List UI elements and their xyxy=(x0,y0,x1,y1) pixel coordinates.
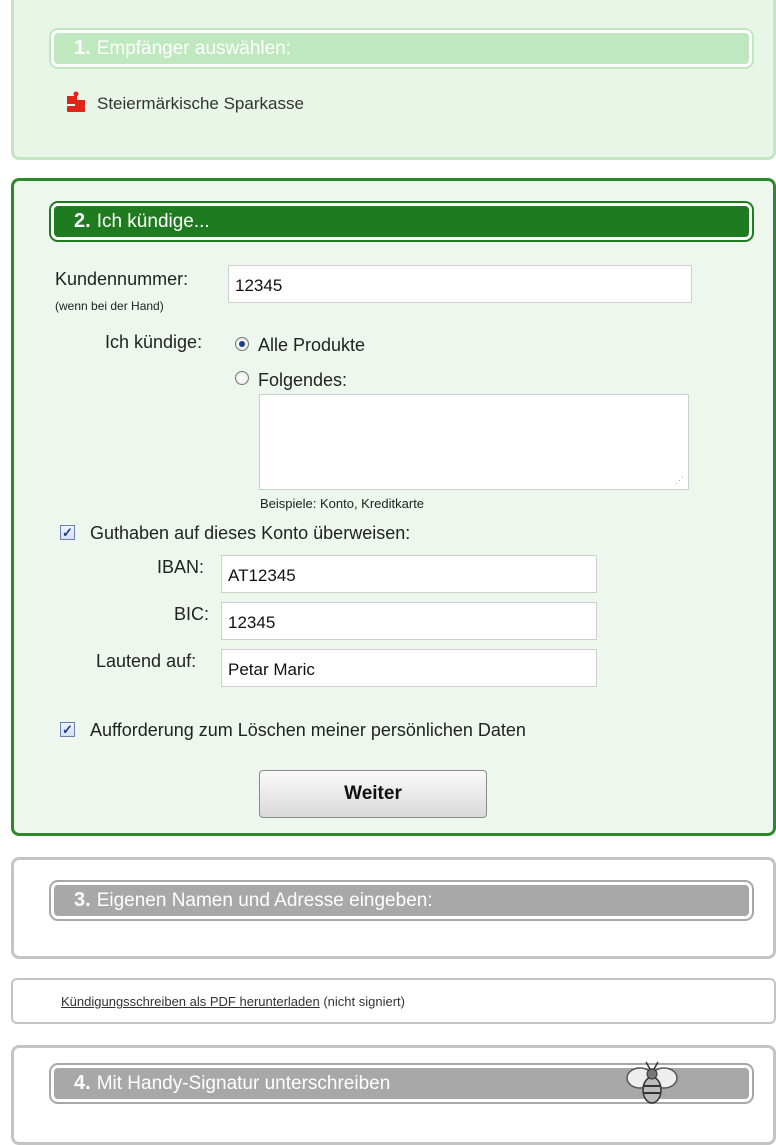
bic-label: BIC: xyxy=(174,604,210,624)
step1-header[interactable]: 1. Empfänger auswählen: xyxy=(51,30,752,67)
examples-hint: Beispiele: Konto, Kreditkarte xyxy=(260,496,425,511)
option-folgendes-label[interactable]: Folgendes: xyxy=(258,370,347,391)
radio-alle-produkte[interactable] xyxy=(235,337,249,351)
step2-number: 2. xyxy=(74,210,91,232)
step3-panel: 3. Eigenen Namen und Adresse eingeben: xyxy=(11,857,776,959)
delete-data-checkbox-label[interactable]: Aufforderung zum Löschen meiner persönli… xyxy=(90,720,526,741)
pdf-download-link[interactable]: Kündigungsschreiben als PDF herunterlade… xyxy=(61,994,320,1009)
kundennummer-input[interactable]: 12345 xyxy=(228,265,692,303)
pdf-download-row: Kündigungsschreiben als PDF herunterlade… xyxy=(11,978,776,1024)
resize-grip-icon[interactable]: ⋰ xyxy=(675,475,684,486)
step4-panel: 4. Mit Handy-Signatur unterschreiben xyxy=(11,1045,776,1145)
weiter-button[interactable]: Weiter xyxy=(259,770,487,818)
holder-input[interactable]: Petar Maric xyxy=(221,649,597,687)
transfer-checkbox-label[interactable]: Guthaben auf dieses Konto überweisen: xyxy=(90,523,410,544)
option-alle-produkte-label[interactable]: Alle Produkte xyxy=(258,335,365,356)
kundennummer-hint: (wenn bei der Hand) xyxy=(55,299,164,313)
step2-header: 2. Ich kündige... xyxy=(51,203,752,240)
transfer-checkbox[interactable]: ✓ xyxy=(60,525,75,540)
step2-panel: 2. Ich kündige... Kundennummer: (wenn bei… xyxy=(11,178,776,836)
step1-panel: 1. Empfänger auswählen: Steiermärkische S… xyxy=(11,0,776,160)
delete-data-checkbox[interactable]: ✓ xyxy=(60,722,75,737)
bic-input[interactable]: 12345 xyxy=(221,602,597,640)
iban-input[interactable]: AT12345 xyxy=(221,555,597,593)
step3-title: Eigenen Namen und Adresse eingeben: xyxy=(96,890,433,911)
holder-label: Lautend auf: xyxy=(96,651,197,671)
step4-number: 4. xyxy=(74,1072,91,1094)
iban-label: IBAN: xyxy=(157,557,205,577)
step4-header[interactable]: 4. Mit Handy-Signatur unterschreiben xyxy=(51,1061,752,1104)
pdf-note: (nicht signiert) xyxy=(323,994,405,1009)
step3-number: 3. xyxy=(74,889,91,911)
step1-title: Empfänger auswählen: xyxy=(96,38,292,59)
step3-header[interactable]: 3. Eigenen Namen und Adresse eingeben: xyxy=(51,882,752,919)
selected-recipient: Steiermärkische Sparkasse xyxy=(65,91,304,118)
step4-title: Mit Handy-Signatur unterschreiben xyxy=(96,1073,391,1094)
bee-mascot-icon xyxy=(622,1060,682,1120)
folgendes-textarea[interactable]: ⋰ xyxy=(259,394,689,490)
ich-kuendige-label: Ich kündige: xyxy=(105,332,203,352)
sparkasse-logo-icon xyxy=(65,91,87,118)
step2-title: Ich kündige... xyxy=(96,211,210,232)
radio-folgendes[interactable] xyxy=(235,371,249,385)
bank-name: Steiermärkische Sparkasse xyxy=(97,93,304,113)
step1-number: 1. xyxy=(74,37,91,59)
kundennummer-label: Kundennummer: xyxy=(55,269,189,289)
